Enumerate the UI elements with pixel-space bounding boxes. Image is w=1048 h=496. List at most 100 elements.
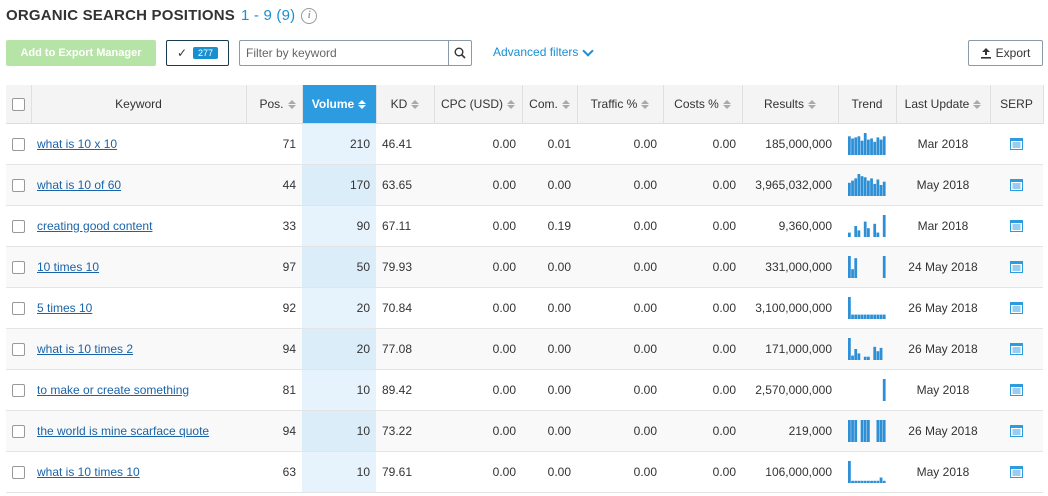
serp-icon[interactable] [1010, 466, 1023, 479]
trend-bar [870, 177, 873, 196]
cpc-cell: 0.00 [434, 205, 522, 247]
row-checkbox[interactable] [12, 301, 25, 315]
keyword-link[interactable]: 5 times 10 [37, 301, 92, 315]
serp-icon[interactable] [1010, 179, 1023, 192]
trend-bar [867, 227, 870, 237]
serp-icon[interactable] [1010, 343, 1023, 356]
column-header-kd[interactable]: KD [376, 85, 435, 124]
row-checkbox[interactable] [12, 465, 25, 479]
com-cell: 0.19 [522, 205, 577, 247]
serp-cell [990, 410, 1043, 452]
trend-bar [863, 314, 867, 319]
trend-bar [873, 183, 877, 196]
column-header-pos[interactable]: Pos. [246, 85, 303, 124]
column-header-traffic[interactable]: Traffic % [577, 85, 664, 124]
row-checkbox[interactable] [12, 219, 25, 233]
serp-icon[interactable] [1010, 261, 1023, 274]
chevron-down-icon [582, 44, 595, 57]
trend-bar [848, 296, 851, 319]
costs-cell: 0.00 [663, 246, 742, 288]
trend-bar [882, 480, 886, 483]
com-cell: 0.00 [522, 246, 577, 288]
keyword-filter-input[interactable] [240, 41, 448, 65]
select-all-checkbox[interactable] [12, 97, 25, 111]
row-checkbox[interactable] [12, 424, 25, 438]
trend-bar [870, 480, 873, 483]
trend-sparkline [848, 173, 886, 196]
keyword-link[interactable]: what is 10 of 60 [37, 178, 121, 192]
search-button[interactable] [448, 41, 471, 65]
kd-cell: 79.93 [376, 246, 434, 288]
serp-icon[interactable] [1010, 138, 1023, 151]
page-title: ORGANIC SEARCH POSITIONS 1 - 9 (9) i [6, 7, 318, 24]
kd-cell: 89.42 [376, 369, 434, 411]
trend-bar [851, 314, 854, 319]
info-icon[interactable]: i [301, 7, 318, 24]
results-cell: 3,100,000,000 [742, 287, 838, 329]
results-cell: 171,000,000 [742, 328, 838, 370]
table-row: what is 10 of 60 44 170 63.65 0.00 0.00 0.00 0.… [6, 164, 1043, 206]
trend-bar [848, 255, 851, 278]
traffic-cell: 0.00 [577, 451, 663, 493]
trend-bar [848, 337, 851, 360]
column-header-keyword[interactable]: Keyword [31, 85, 247, 124]
trend-bar [870, 138, 873, 155]
row-checkbox[interactable] [12, 383, 25, 397]
serp-icon[interactable] [1010, 220, 1023, 233]
kd-cell: 46.41 [376, 123, 434, 165]
trend-bar [882, 378, 886, 401]
trend-bar [867, 419, 870, 442]
trend-bar [882, 314, 886, 319]
trend-bar [854, 257, 858, 278]
advanced-filters-toggle[interactable]: Advanced filters [493, 44, 595, 59]
trend-bar [857, 135, 861, 155]
row-checkbox[interactable] [12, 178, 25, 192]
keyword-link[interactable]: the world is mine scarface quote [37, 424, 209, 438]
column-header-com[interactable]: Com. [522, 85, 578, 124]
trend-bar [851, 419, 854, 442]
serp-icon[interactable] [1010, 384, 1023, 397]
row-select [6, 451, 31, 493]
volume-cell: 10 [302, 451, 376, 493]
serp-cell [990, 246, 1043, 288]
selected-count-badge: 277 [193, 47, 219, 59]
row-checkbox[interactable] [12, 137, 25, 151]
result-range: 1 - 9 (9) [241, 7, 296, 24]
trend-sparkline [848, 214, 886, 237]
keyword-link[interactable]: creating good content [37, 219, 152, 233]
trend-bar [848, 419, 851, 442]
column-header-costs[interactable]: Costs % [663, 85, 743, 124]
column-header-volume[interactable]: Volume [302, 85, 377, 124]
trend-bar [857, 229, 861, 237]
keyword-link[interactable]: what is 10 x 10 [37, 137, 117, 151]
com-cell: 0.00 [522, 328, 577, 370]
column-header-cpc[interactable]: CPC (USD) [434, 85, 523, 124]
keyword-link[interactable]: 10 times 10 [37, 260, 99, 274]
trend-sparkline [848, 337, 883, 360]
add-to-export-manager-button[interactable]: Add to Export Manager [6, 40, 156, 66]
column-header-trend: Trend [838, 85, 897, 124]
keyword-link[interactable]: what is 10 times 10 [37, 465, 140, 479]
keyword-link[interactable]: to make or create something [37, 383, 189, 397]
trend-bar [848, 135, 851, 155]
trend-bar [873, 223, 877, 237]
table-row: to make or create something 81 10 89.42 0.00… [6, 369, 1043, 411]
keyword-cell: the world is mine scarface quote [31, 410, 246, 452]
column-header-results[interactable]: Results [742, 85, 839, 124]
trend-bar [867, 180, 870, 196]
selected-rows-button[interactable]: ✓ 277 [166, 40, 229, 66]
row-checkbox[interactable] [12, 260, 25, 274]
trend-bar [876, 419, 880, 442]
serp-cell [990, 287, 1043, 329]
trend-cell [838, 287, 896, 329]
trend-bar [876, 179, 880, 196]
column-header-last-update[interactable]: Last Update [896, 85, 991, 124]
serp-icon[interactable] [1010, 302, 1023, 315]
com-cell: 0.00 [522, 369, 577, 411]
last-update-cell: Mar 2018 [896, 123, 990, 165]
costs-cell: 0.00 [663, 410, 742, 452]
export-button[interactable]: Export [968, 40, 1043, 66]
serp-icon[interactable] [1010, 425, 1023, 438]
row-checkbox[interactable] [12, 342, 25, 356]
keyword-link[interactable]: what is 10 times 2 [37, 342, 133, 356]
